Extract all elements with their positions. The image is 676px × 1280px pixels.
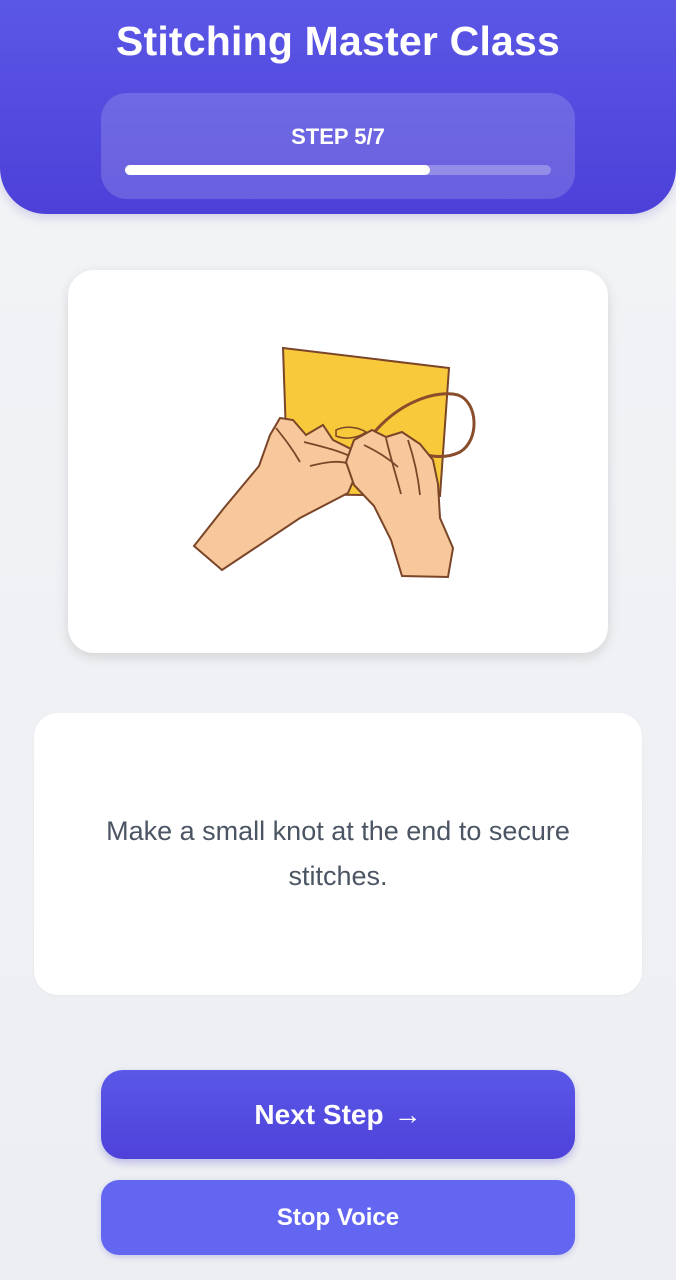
next-step-label: Next Step — [254, 1098, 384, 1130]
instruction-text: Make a small knot at the end to secure s… — [106, 816, 570, 891]
step-progress-card: STEP 5/7 — [101, 93, 575, 199]
left-hand — [192, 416, 360, 572]
instruction-card: Make a small knot at the end to secure s… — [34, 713, 642, 995]
header: Stitching Master Class STEP 5/7 — [0, 0, 676, 214]
stop-voice-label: Stop Voice — [276, 1203, 400, 1231]
progress-track — [125, 165, 551, 175]
page-title: Stitching Master Class — [115, 18, 561, 64]
next-step-button[interactable]: Next Step → — [101, 1070, 575, 1159]
hands-stitching-fabric-illustration — [192, 346, 476, 579]
step-label: STEP 5/7 — [291, 124, 385, 149]
arrow-right-icon: → — [393, 1098, 422, 1130]
progress-fill — [125, 165, 430, 175]
illustration-card — [68, 270, 608, 653]
stop-voice-button[interactable]: Stop Voice — [101, 1180, 575, 1255]
